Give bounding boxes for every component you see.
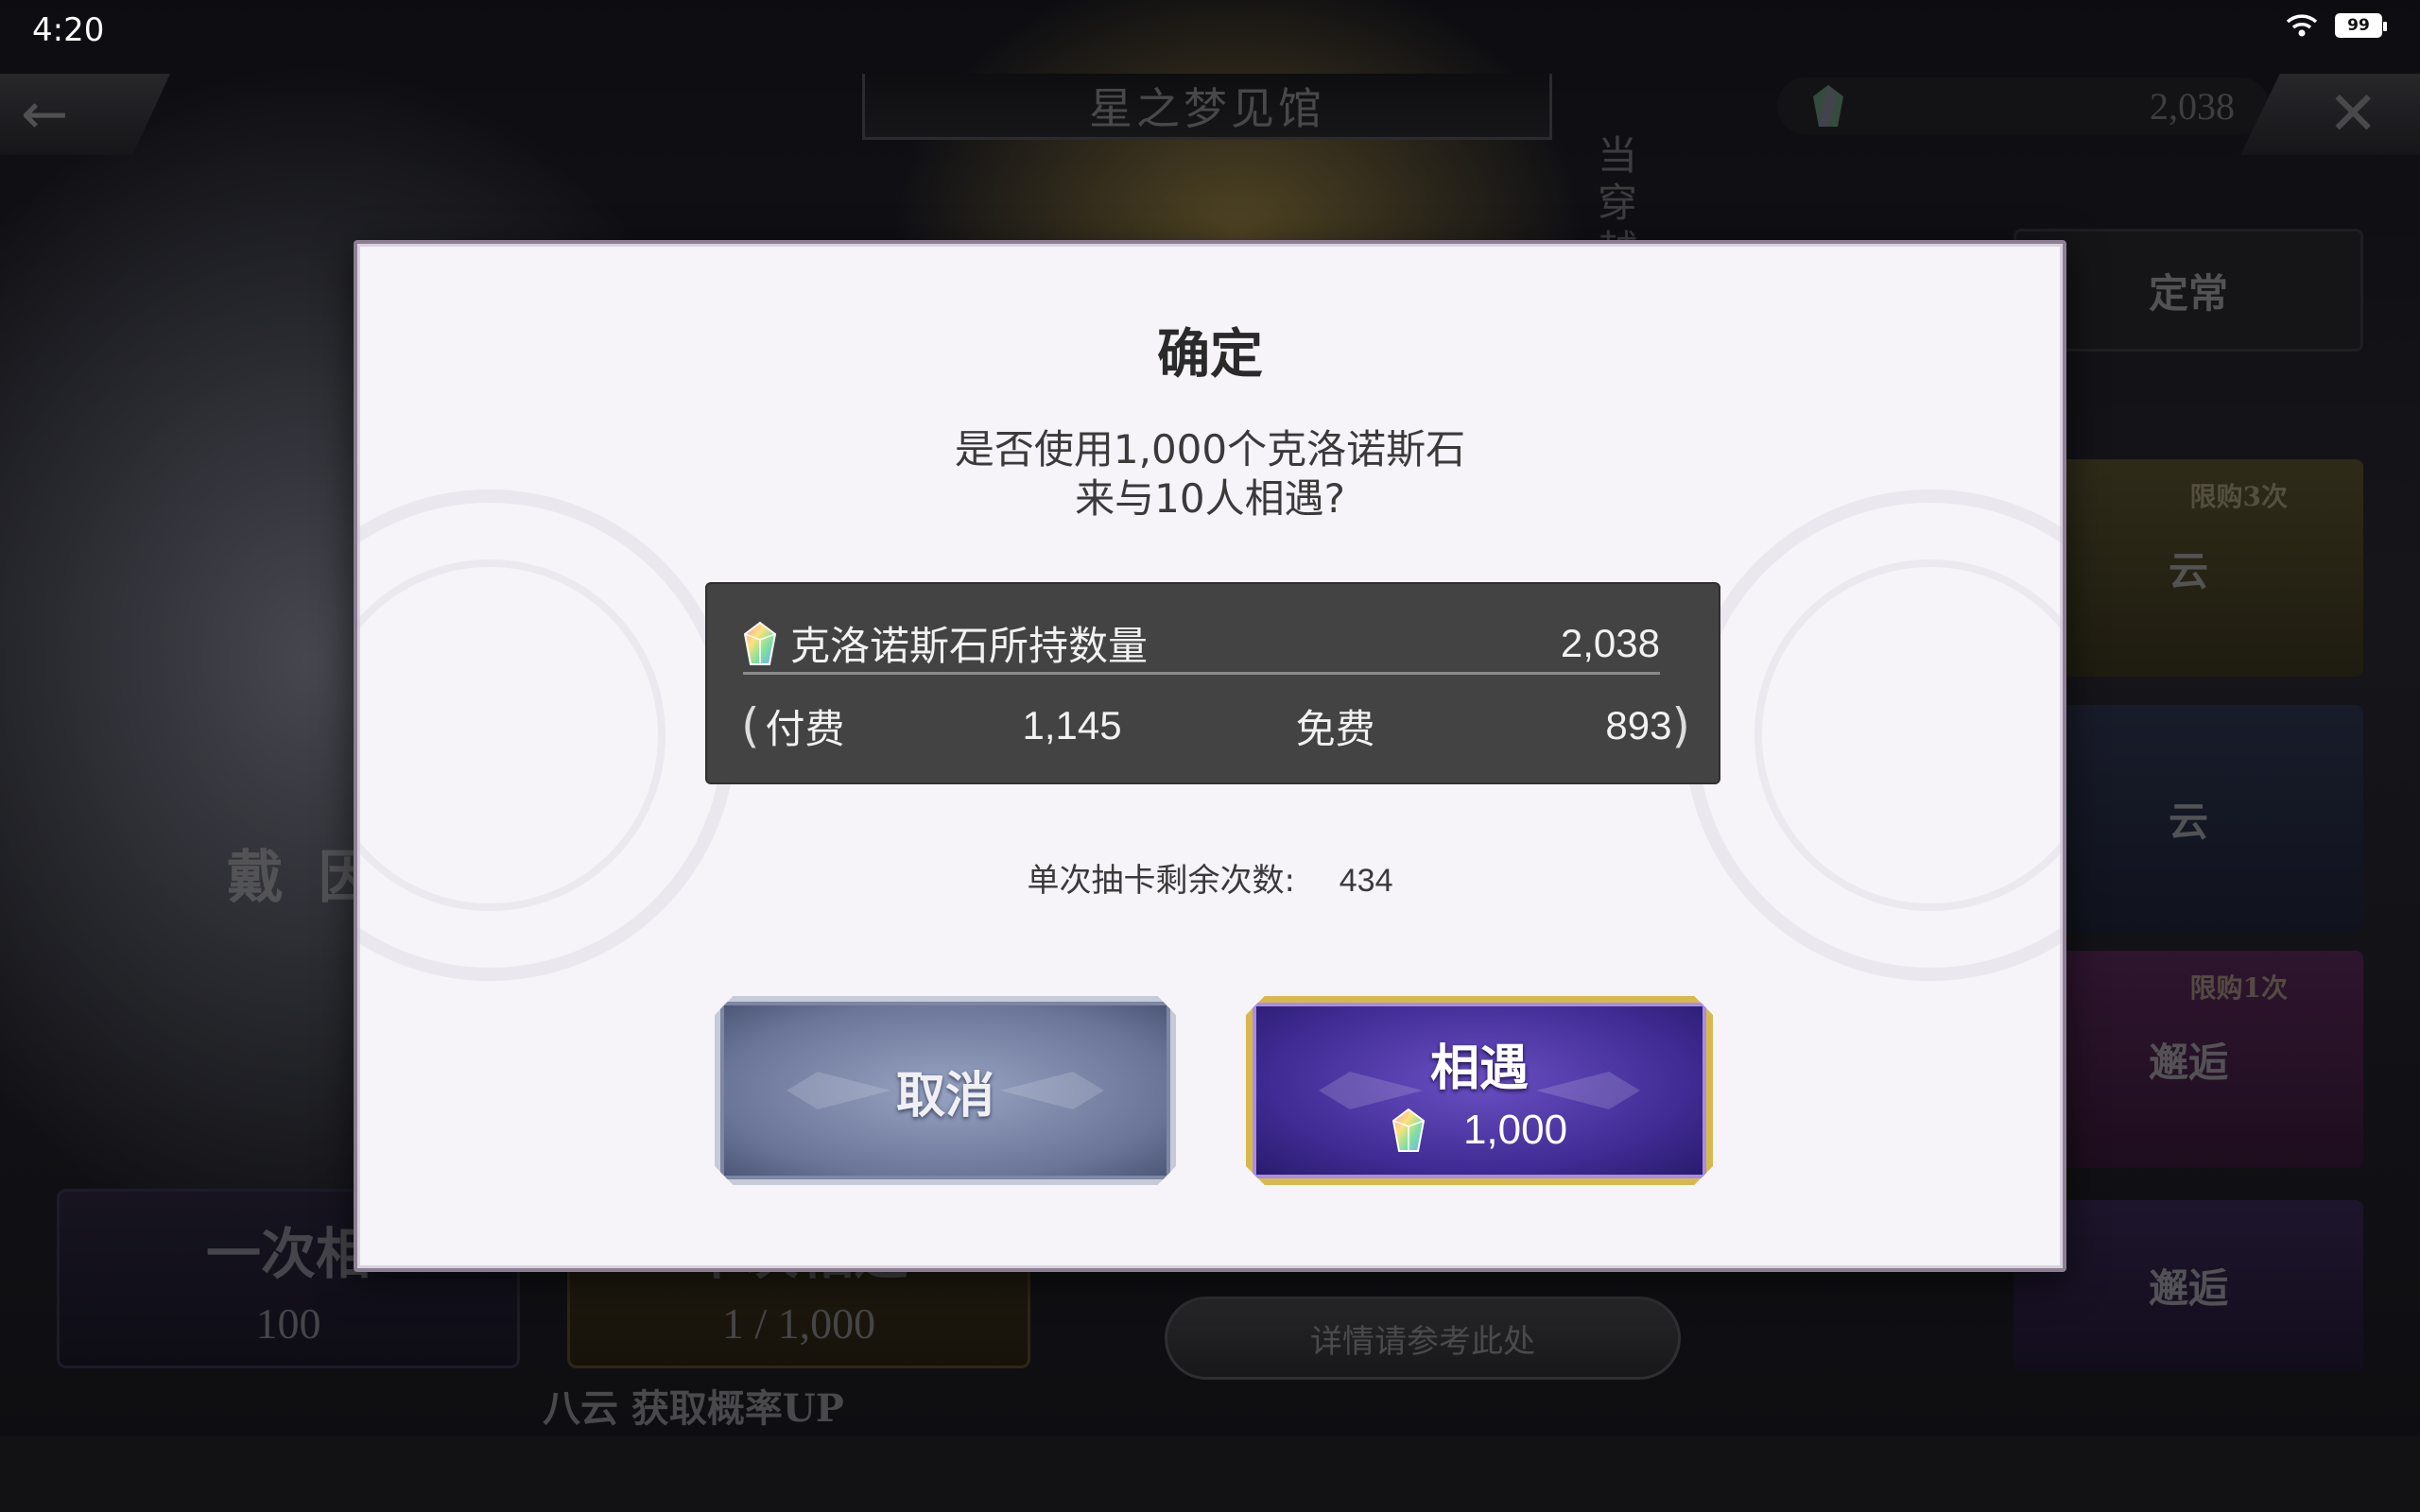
battery-icon: 99: [2335, 13, 2387, 38]
remaining-label: 单次抽卡剩余次数:: [1027, 862, 1295, 900]
remaining-value: 434: [1339, 863, 1393, 899]
status-time: 4:20: [32, 11, 105, 49]
paid-label: 付费: [765, 705, 845, 752]
paid-value: 1,145: [1022, 703, 1122, 747]
dialog-message: 是否使用1,000个克洛诺斯石 来与10人相遇?: [357, 425, 2063, 524]
cancel-button[interactable]: 取消: [715, 996, 1176, 1185]
paren-open: (: [741, 698, 760, 753]
free-value: 893: [1605, 703, 1672, 747]
wifi-icon: [2286, 14, 2318, 37]
balance-value: 2,038: [1560, 620, 1660, 665]
cancel-button-label: 取消: [895, 1067, 994, 1125]
free-label: 免费: [1295, 705, 1375, 752]
encounter-button[interactable]: 相遇 1,000: [1246, 996, 1713, 1185]
chronos-stone-icon: [743, 621, 777, 665]
remaining-draws: 单次抽卡剩余次数: 434: [357, 854, 2063, 901]
balance-breakdown-row: ( 付费 1,145 免费 893 ): [741, 696, 1690, 756]
dialog-title: 确定: [1157, 324, 1263, 386]
encounter-cost-value: 1,000: [1462, 1106, 1568, 1153]
balance-panel: 克洛诺斯石所持数量 2,038 ( 付费 1,145 免费 893 ): [705, 582, 1720, 784]
balance-label: 克洛诺斯石所持数量: [790, 623, 1149, 669]
status-icons: 99: [2286, 13, 2387, 38]
encounter-button-label: 相遇: [1429, 1040, 1529, 1097]
chronos-stone-icon: [1392, 1108, 1426, 1152]
dialog-message-line1: 是否使用1,000个克洛诺斯石: [954, 426, 1466, 472]
dialog-message-line2: 来与10人相遇?: [1075, 475, 1345, 522]
paren-close: ): [1671, 698, 1690, 753]
balance-row: 克洛诺斯石所持数量 2,038: [743, 614, 1660, 675]
encounter-cost: 1,000: [1392, 1107, 1567, 1154]
confirm-dialog: 确定 是否使用1,000个克洛诺斯石 来与10人相遇? 克洛诺斯石所持数量 2,…: [354, 240, 2066, 1272]
